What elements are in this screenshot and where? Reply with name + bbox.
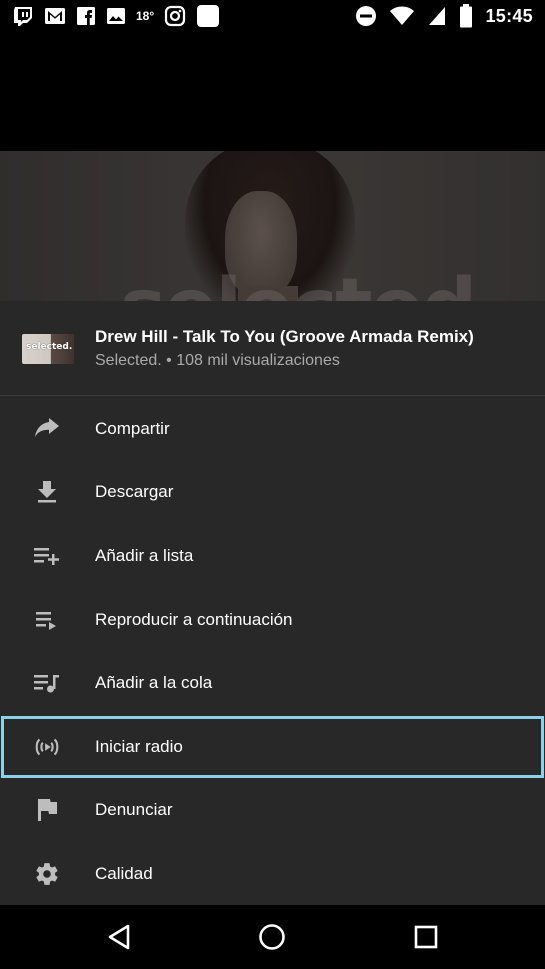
wifi-icon bbox=[389, 5, 415, 27]
sheet-header: selected. Drew Hill - Talk To You (Groov… bbox=[0, 301, 545, 396]
instagram-icon bbox=[164, 5, 186, 27]
options-menu: Compartir Descargar Añadir a lista Repro… bbox=[0, 397, 545, 906]
do-not-disturb-icon bbox=[355, 5, 377, 27]
menu-item-start-radio[interactable]: Iniciar radio bbox=[0, 715, 545, 779]
menu-item-label: Compartir bbox=[95, 418, 170, 438]
menu-item-share[interactable]: Compartir bbox=[0, 397, 545, 461]
menu-item-download[interactable]: Descargar bbox=[0, 461, 545, 525]
battery-icon bbox=[459, 4, 473, 28]
menu-item-label: Denunciar bbox=[95, 800, 173, 820]
menu-item-quality[interactable]: Calidad bbox=[0, 842, 545, 906]
flag-icon bbox=[32, 795, 62, 825]
menu-item-label: Iniciar radio bbox=[95, 736, 183, 756]
home-icon[interactable] bbox=[256, 921, 288, 953]
menu-item-play-next[interactable]: Reproducir a continuación bbox=[0, 588, 545, 652]
status-bar: 18° 15:45 bbox=[0, 0, 545, 33]
playlist-add-icon bbox=[32, 541, 62, 571]
options-bottom-sheet: selected. Drew Hill - Talk To You (Groov… bbox=[0, 301, 545, 905]
divider bbox=[0, 395, 545, 396]
video-thumbnail: selected bbox=[0, 151, 545, 301]
radio-icon bbox=[32, 732, 62, 762]
temperature-label: 18° bbox=[136, 9, 155, 23]
notification-icons: 18° bbox=[12, 4, 220, 28]
twitch-icon bbox=[12, 5, 34, 27]
navigation-bar bbox=[0, 905, 545, 969]
video-player[interactable] bbox=[0, 33, 545, 151]
menu-item-label: Añadir a lista bbox=[95, 545, 194, 565]
app-square-icon bbox=[196, 4, 220, 28]
menu-item-add-to-playlist[interactable]: Añadir a lista bbox=[0, 524, 545, 588]
menu-item-label: Calidad bbox=[95, 863, 153, 883]
play-next-icon bbox=[32, 605, 62, 635]
recents-icon[interactable] bbox=[410, 921, 442, 953]
facebook-icon bbox=[76, 6, 96, 26]
video-mini-thumbnail: selected. bbox=[22, 334, 74, 364]
system-icons: 15:45 bbox=[355, 4, 533, 28]
menu-item-add-to-queue[interactable]: Añadir a la cola bbox=[0, 651, 545, 715]
video-subtitle: Selected. • 108 mil visualizaciones bbox=[95, 352, 340, 369]
menu-item-label: Descargar bbox=[95, 482, 174, 502]
gear-icon bbox=[32, 859, 62, 889]
gallery-icon bbox=[106, 6, 126, 26]
menu-item-label: Añadir a la cola bbox=[95, 673, 213, 693]
download-icon bbox=[32, 477, 62, 507]
menu-item-label: Reproducir a continuación bbox=[95, 609, 293, 629]
sim-no-signal-icon bbox=[427, 5, 447, 27]
queue-music-icon bbox=[32, 668, 62, 698]
video-title: Drew Hill - Talk To You (Groove Armada R… bbox=[95, 327, 474, 346]
clock: 15:45 bbox=[485, 5, 533, 26]
menu-item-report[interactable]: Denunciar bbox=[0, 779, 545, 843]
back-icon[interactable] bbox=[103, 921, 135, 953]
thumbnail-text: selected. bbox=[26, 342, 73, 352]
gmail-icon bbox=[44, 6, 66, 26]
share-icon bbox=[32, 414, 62, 444]
